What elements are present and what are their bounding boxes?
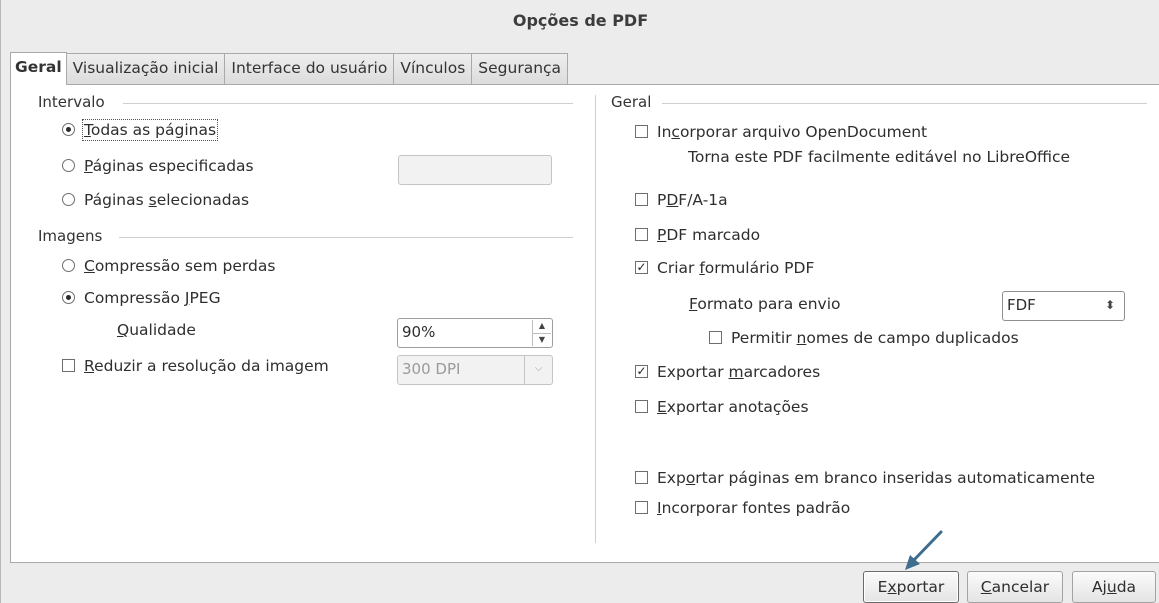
radio-paginas-selecionadas[interactable]: Páginas selecionadas (62, 191, 249, 209)
radio-icon (62, 159, 75, 172)
quality-label: Qualidade (117, 321, 196, 339)
checkbox-icon (62, 359, 75, 372)
checkbox-icon (635, 501, 648, 514)
column-divider (595, 95, 596, 543)
imagens-divider (119, 237, 573, 238)
radio-icon (62, 123, 75, 136)
intervalo-divider (123, 103, 573, 104)
export-button[interactable]: Exportar (863, 571, 959, 603)
resolution-value: 300 DPI (402, 360, 461, 378)
tab-seguranca[interactable]: Segurança (471, 53, 569, 84)
checkbox-icon (635, 193, 648, 206)
radio-paginas-especificadas[interactable]: Páginas especificadas (62, 157, 254, 175)
imagens-section-title: Imagens (38, 227, 103, 245)
checkbox-pdf-marcado[interactable]: PDF marcado (635, 226, 760, 244)
tab-visualizacao-inicial[interactable]: Visualização inicial (65, 53, 226, 84)
checkbox-permitir-nomes-duplicados[interactable]: Permitir nomes de campo duplicados (709, 329, 1019, 347)
checkbox-exportar-marcadores[interactable]: ✓ Exportar marcadores (635, 363, 820, 381)
tab-geral[interactable]: Geral (10, 52, 67, 85)
submit-format-value: FDF (1007, 296, 1036, 314)
checkbox-criar-formulario[interactable]: ✓ Criar formulário PDF (635, 259, 814, 277)
spin-up-icon[interactable]: ▲ (533, 320, 551, 333)
tab-interface-do-usuario[interactable]: Interface do usuário (224, 53, 395, 84)
checkbox-icon (635, 471, 648, 484)
checkbox-incorporar-opendocument[interactable]: Incorporar arquivo OpenDocument (635, 123, 927, 141)
submit-format-dropdown[interactable]: FDF ⬍ (1002, 291, 1125, 321)
radio-icon (62, 259, 75, 272)
chevron-down-icon[interactable]: ⌵ (524, 356, 552, 384)
tab-bar: Geral Visualização inicial Interface do … (10, 52, 569, 85)
intervalo-section-title: Intervalo (38, 93, 105, 111)
pdf-options-dialog: Opções de PDF Geral Visualização inicial… (0, 0, 1159, 603)
checkbox-pdfa[interactable]: PDF/A-1a (635, 191, 728, 209)
radio-todas-as-paginas[interactable]: Todas as páginas (62, 119, 219, 141)
quality-value: 90% (402, 323, 436, 341)
geral-divider (662, 103, 1147, 104)
pages-range-input[interactable] (398, 155, 552, 185)
checkbox-icon: ✓ (635, 260, 648, 274)
geral-section-title: Geral (611, 93, 652, 111)
checkbox-icon (635, 400, 648, 413)
checkbox-icon (635, 125, 648, 138)
checkbox-exportar-paginas-em-branco[interactable]: Exportar páginas em branco inseridas aut… (635, 469, 1095, 487)
radio-compressao-jpeg[interactable]: Compressão JPEG (62, 289, 221, 307)
checkbox-reduzir-resolucao[interactable]: Reduzir a resolução da imagem (62, 357, 329, 375)
radio-compressao-sem-perdas[interactable]: Compressão sem perdas (62, 257, 275, 275)
submit-format-label: Formato para envio (689, 295, 841, 313)
checkbox-exportar-anotacoes[interactable]: Exportar anotações (635, 398, 809, 416)
spin-down-icon[interactable]: ▼ (533, 332, 551, 347)
help-button[interactable]: Ajuda (1072, 571, 1156, 603)
cancel-button[interactable]: Cancelar (967, 571, 1063, 603)
dialog-title: Opções de PDF (1, 0, 1159, 42)
checkbox-icon: ✓ (635, 364, 648, 378)
pointer-arrow-icon (905, 530, 943, 570)
checkbox-incorporar-fontes-padrao[interactable]: Incorporar fontes padrão (635, 499, 850, 517)
radio-icon (62, 291, 75, 304)
radio-icon (62, 193, 75, 206)
chevron-updown-icon[interactable]: ⬍ (1096, 292, 1124, 320)
embed-odf-note: Torna este PDF facilmente editável no Li… (688, 148, 1071, 166)
quality-stepper[interactable]: ▲ ▼ (532, 320, 551, 346)
tab-vinculos[interactable]: Vínculos (393, 53, 473, 84)
checkbox-icon (635, 228, 648, 241)
quality-spinbox[interactable]: 90% ▲ ▼ (397, 318, 553, 348)
checkbox-icon (709, 331, 722, 344)
radio-label: Todas as páginas (81, 119, 219, 141)
tab-panel-geral: Intervalo Todas as páginas Páginas espec… (10, 84, 1159, 563)
resolution-dropdown[interactable]: 300 DPI ⌵ (397, 355, 553, 385)
